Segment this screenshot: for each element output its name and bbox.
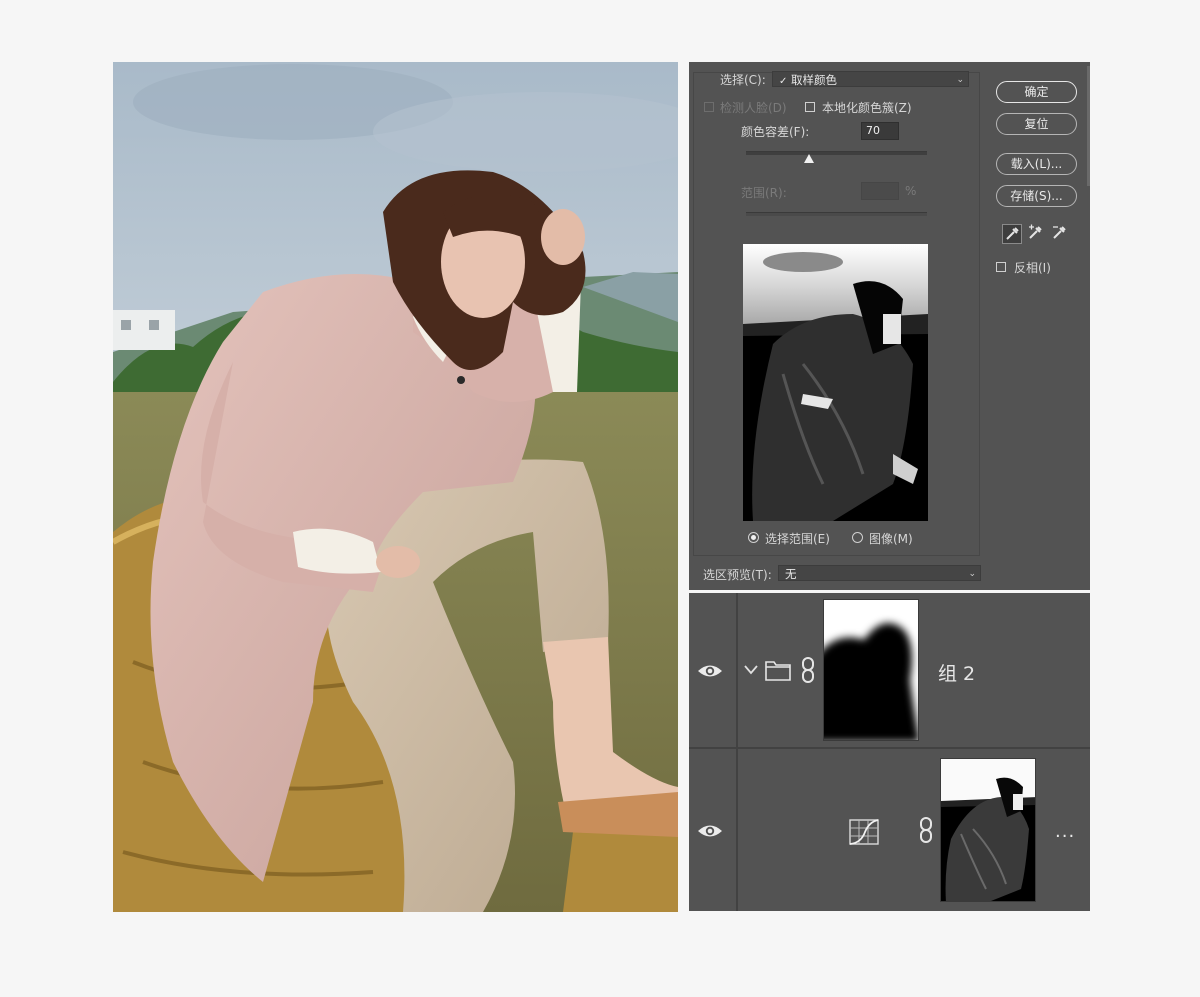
localized-clusters-label: 本地化颜色簇(Z) (822, 101, 912, 115)
selection-preview (743, 244, 928, 521)
fuzziness-input[interactable]: 70 (861, 122, 899, 140)
eyedropper-icon[interactable] (1002, 224, 1022, 244)
eyedropper-plus-icon[interactable] (1026, 224, 1046, 244)
model-photo (113, 62, 678, 912)
select-dropdown[interactable]: ✓ 取样颜色 ⌄ (772, 71, 969, 87)
range-input[interactable] (861, 182, 899, 200)
radio-selection-label: 选择范围(E) (765, 532, 830, 546)
invert-checkbox[interactable] (996, 262, 1006, 272)
folder-icon (765, 661, 791, 681)
load-button[interactable]: 载入(L)... (996, 153, 1077, 175)
visibility-column (689, 593, 738, 747)
radio-image-label: 图像(M) (869, 532, 913, 546)
radio-image[interactable] (852, 532, 863, 543)
preview-value: 无 (785, 567, 797, 581)
chevron-down-icon: ⌄ (968, 569, 976, 579)
curves-mask-thumbnail[interactable] (940, 758, 1036, 902)
photo-illustration (113, 62, 678, 912)
more-options-icon[interactable]: ... (1055, 821, 1075, 842)
range-label: 范围(R): (741, 186, 787, 200)
invert-label: 反相(I) (1014, 261, 1051, 275)
range-slider-track[interactable] (746, 212, 927, 216)
detect-faces-label: 检测人脸(D) (720, 101, 787, 115)
group-name: 组 2 (938, 663, 976, 685)
select-label: 选择(C): (720, 73, 766, 87)
fuzziness-slider-track[interactable] (746, 151, 927, 155)
chevron-down-icon: ⌄ (956, 75, 964, 85)
localized-clusters-checkbox[interactable] (805, 102, 815, 112)
reset-button[interactable]: 复位 (996, 113, 1077, 135)
range-unit: % (905, 184, 917, 198)
color-range-dialog: 选择(C): ✓ 取样颜色 ⌄ 检测人脸(D) 本地化颜色簇(Z) 颜色容差(F… (689, 62, 1090, 590)
preview-dropdown[interactable]: 无 ⌄ (778, 565, 981, 581)
layer-row-group[interactable]: 组 2 (689, 593, 1090, 749)
detect-faces-checkbox[interactable] (704, 102, 714, 112)
eyedropper-minus-icon[interactable] (1050, 224, 1070, 244)
preview-label: 选区预览(T): (703, 568, 772, 582)
eyedropper-small-icon: ✓ (779, 76, 788, 87)
save-button[interactable]: 存储(S)... (996, 185, 1077, 207)
layer-row-curves[interactable]: ... (689, 749, 1090, 911)
visibility-column (689, 749, 738, 911)
ok-button[interactable]: 确定 (996, 81, 1077, 103)
select-value: 取样颜色 (791, 73, 838, 87)
chevron-down-icon[interactable] (744, 665, 758, 675)
eye-icon[interactable] (697, 823, 723, 839)
radio-selection[interactable] (748, 532, 759, 543)
eye-icon[interactable] (697, 663, 723, 679)
fuzziness-slider-thumb[interactable] (804, 154, 815, 163)
group-mask-thumbnail[interactable] (823, 599, 919, 741)
layers-panel: 组 2 ... (689, 593, 1090, 911)
link-icon[interactable] (800, 656, 816, 684)
curves-icon (849, 819, 879, 845)
link-icon[interactable] (918, 816, 934, 844)
dialog-scrollbar[interactable] (1087, 66, 1090, 186)
fuzziness-label: 颜色容差(F): (741, 125, 810, 139)
